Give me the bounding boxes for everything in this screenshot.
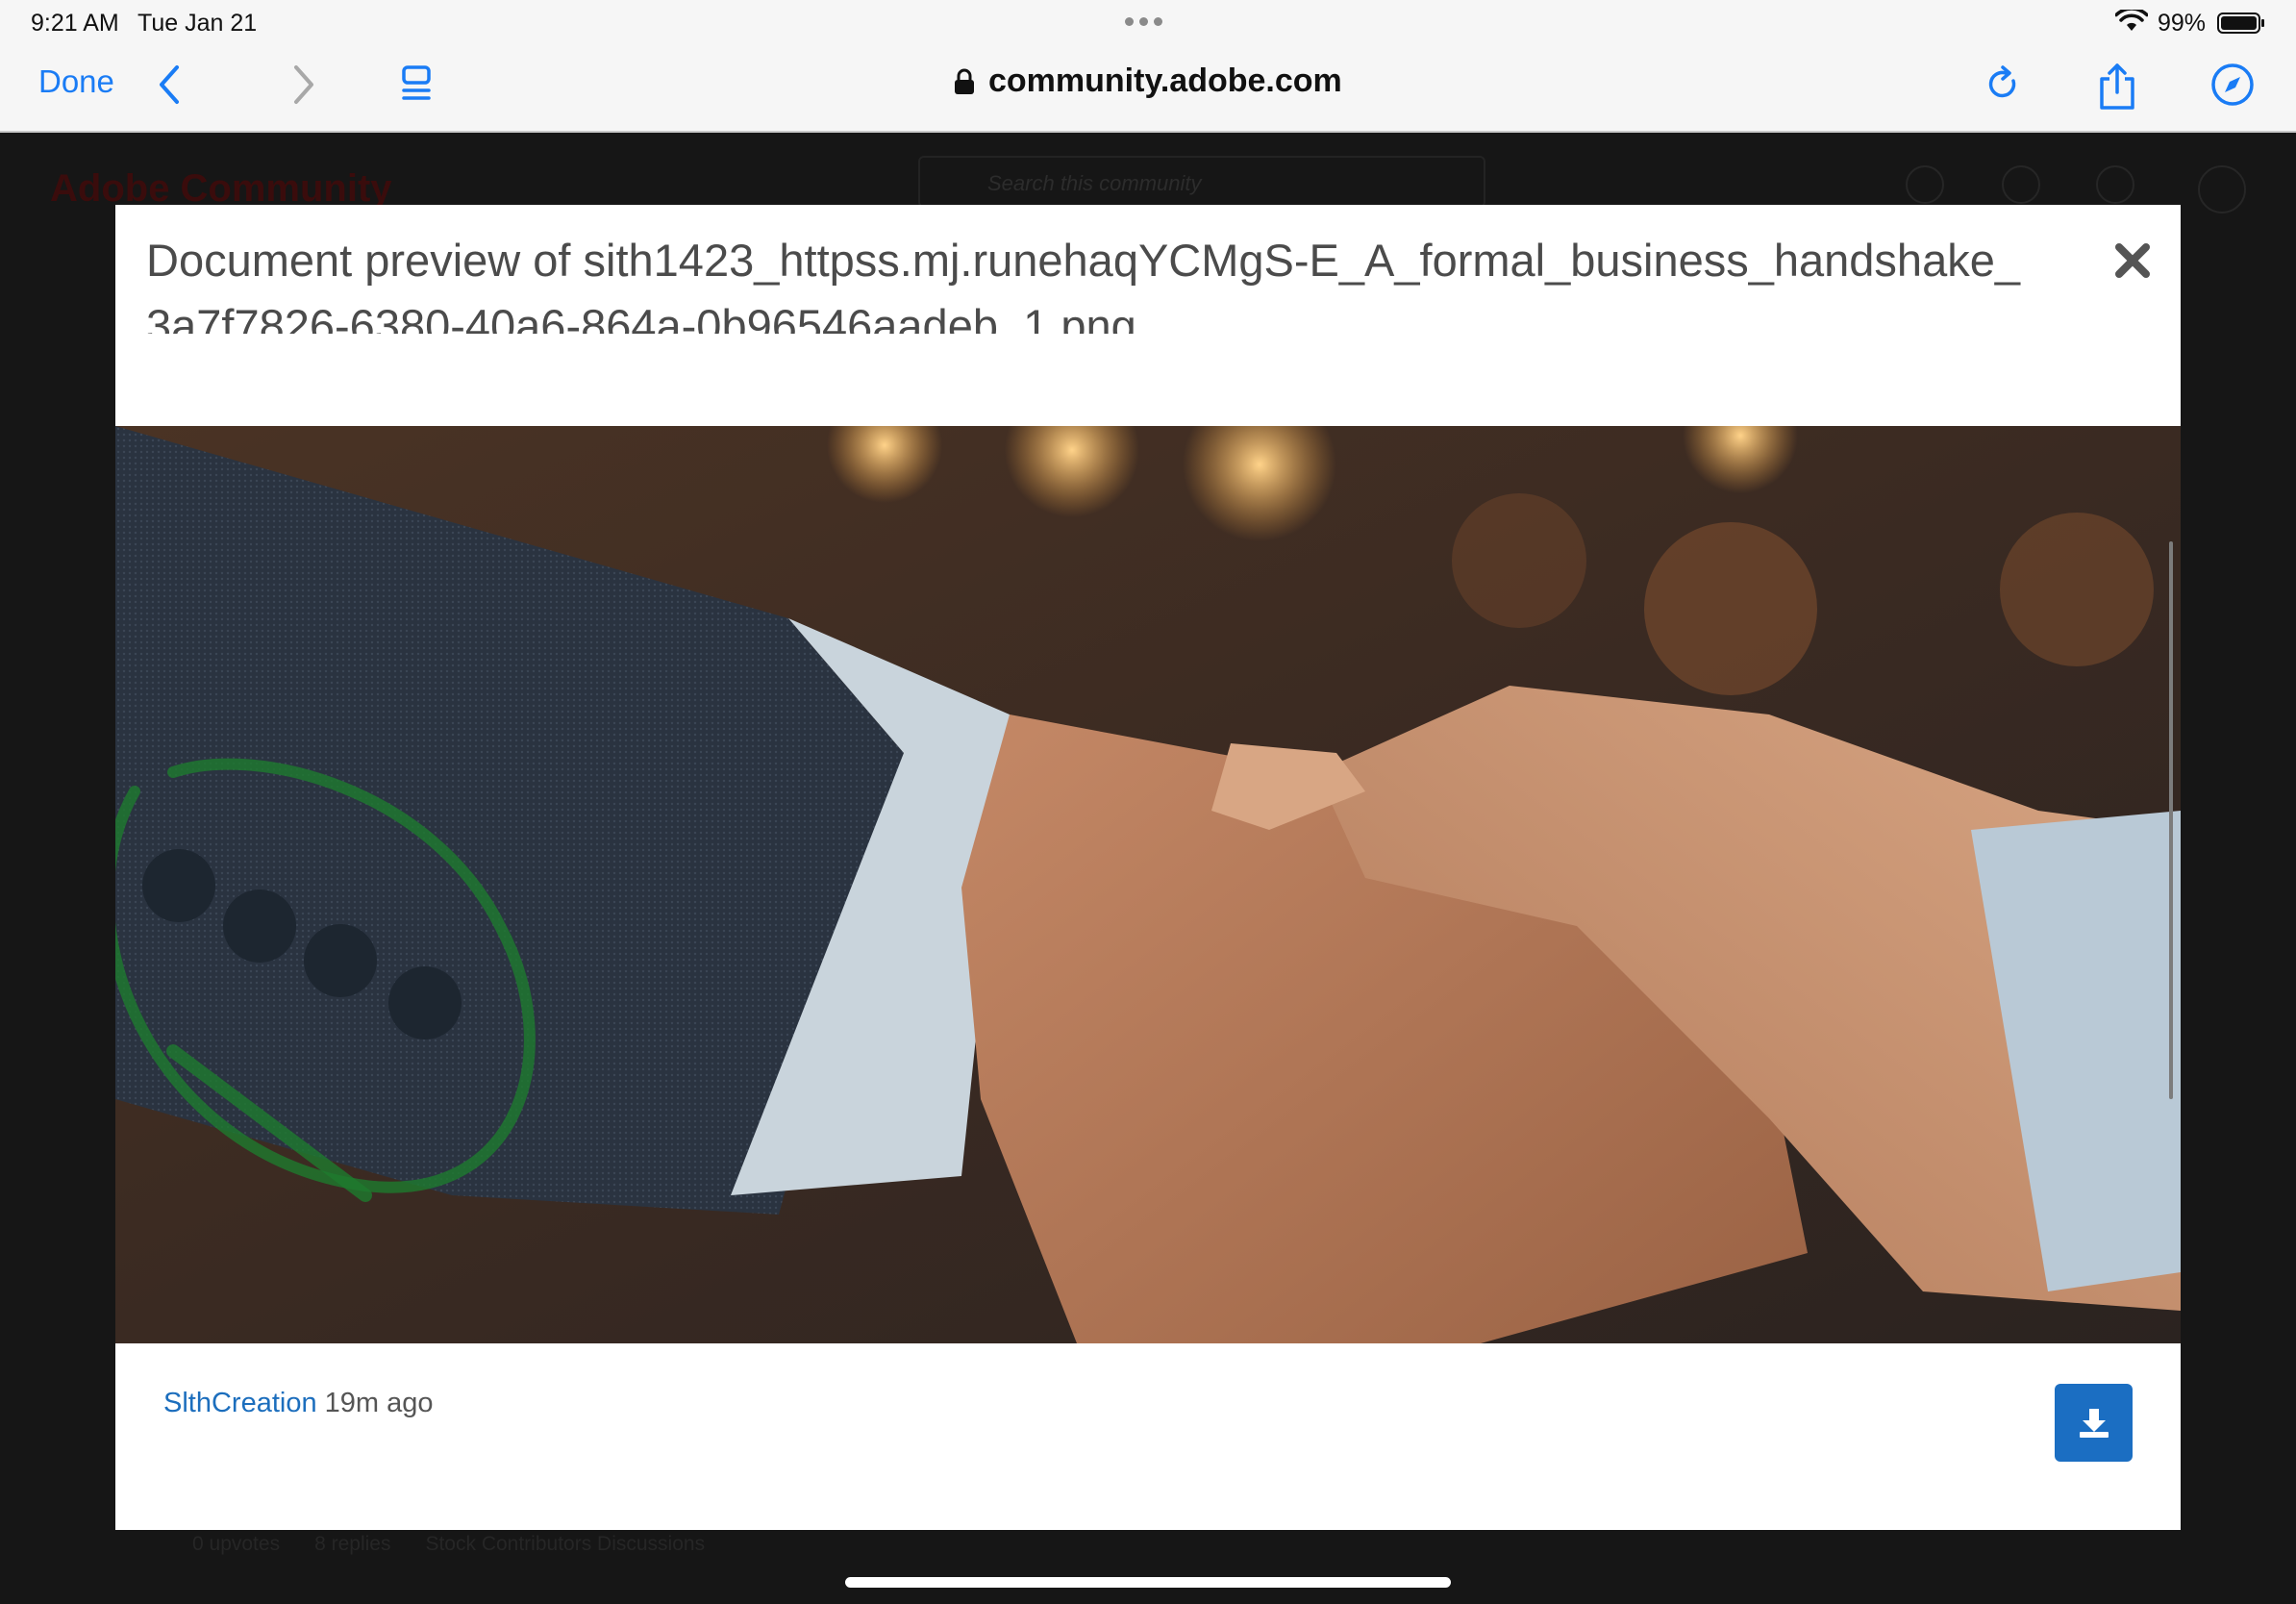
board-name: Stock Contributors Discussions [425,1533,706,1555]
community-search: Search this community [918,156,1485,208]
forward-chevron-icon[interactable] [290,62,317,108]
avatar [2198,165,2246,213]
battery-icon [2217,13,2264,34]
upvotes-count: 0 upvotes [192,1533,281,1555]
modal-title: Document preview of sith1423_httpss.mj.r… [146,235,2020,334]
messages-icon [2002,165,2040,204]
search-placeholder: Search this community [987,171,1202,195]
post-footer: 0 upvotes 8 replies Stock Contributors D… [192,1533,705,1556]
status-date: Tue Jan 21 [137,10,258,37]
modal-header: Document preview of sith1423_httpss.mj.r… [115,205,2181,426]
wifi-icon [2115,10,2148,31]
browser-toolbar: Done community.adobe.com [0,44,2296,133]
scrollbar[interactable] [2169,541,2173,1099]
document-preview-modal: Document preview of sith1423_httpss.mj.r… [115,205,2181,1530]
close-icon[interactable] [2111,239,2154,282]
status-time: 9:21 AM [31,10,119,37]
address-bar[interactable]: community.adobe.com [954,63,1342,100]
reload-icon[interactable] [1984,62,2023,108]
download-button[interactable] [2055,1384,2133,1462]
url-text: community.adobe.com [988,63,1342,99]
reader-icon[interactable] [400,62,435,108]
multitasking-dots[interactable] [1125,17,1162,26]
download-icon [2079,1408,2109,1438]
attachment-meta: SlthCreation 19m ago [163,1388,434,1419]
author-link[interactable]: SlthCreation [163,1388,317,1418]
globe-icon [1906,165,1944,204]
replies-count: 8 replies [314,1533,391,1555]
notifications-icon [2096,165,2134,204]
battery-percent: 99% [2158,10,2207,37]
home-indicator[interactable] [845,1577,1451,1588]
status-bar: 9:21 AM Tue Jan 21 99% [0,0,2296,44]
share-icon[interactable] [2096,62,2138,112]
back-chevron-icon[interactable] [156,62,183,108]
done-button[interactable]: Done [38,63,114,100]
posted-time: 19m ago [324,1388,434,1418]
compass-icon[interactable] [2209,62,2256,108]
handshake-image [115,426,2181,1343]
lock-icon [955,68,974,94]
